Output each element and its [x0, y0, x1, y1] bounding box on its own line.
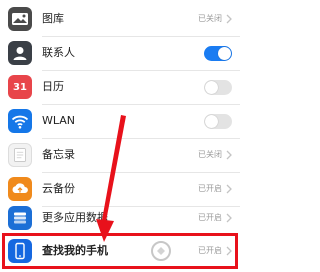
cloud-settings-screen: 图库 已关闭 联系人 31 日历 WLAN 备忘录 已关闭 云备份 已开启 更多…: [0, 0, 240, 272]
annotation-arrow: [96, 115, 126, 242]
watermark-logo: [151, 241, 171, 261]
